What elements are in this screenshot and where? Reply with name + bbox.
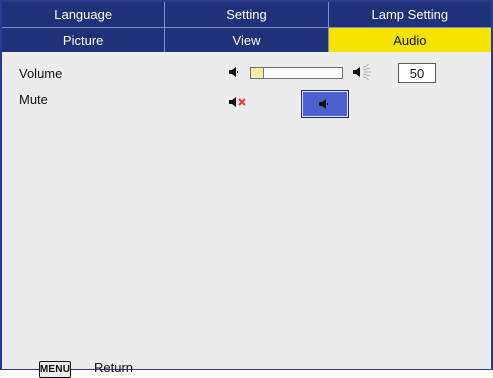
tab-lamp-setting[interactable]: Lamp Setting <box>328 2 491 27</box>
speaker-muted-icon[interactable] <box>228 96 248 108</box>
volume-slider[interactable] <box>250 67 343 79</box>
top-tab-bar: Language Setting Lamp Setting <box>2 2 491 28</box>
speaker-low-icon <box>229 67 238 77</box>
tab-audio[interactable]: Audio <box>328 28 491 52</box>
tab-setting[interactable]: Setting <box>165 2 329 27</box>
mute-on-button[interactable] <box>301 90 349 118</box>
volume-value: 50 <box>398 63 436 83</box>
mute-label: Mute <box>19 92 48 107</box>
speaker-icon <box>319 99 328 109</box>
osd-menu: Language Setting Lamp Setting Picture Vi… <box>0 0 493 378</box>
tab-picture[interactable]: Picture <box>2 28 166 52</box>
return-label: Return <box>94 360 134 375</box>
volume-label: Volume <box>19 66 63 81</box>
tab-view[interactable]: View <box>165 28 329 52</box>
speaker-high-icon <box>353 63 371 81</box>
volume-slider-thumb[interactable] <box>251 68 264 78</box>
tab-language[interactable]: Language <box>2 2 166 27</box>
bottom-tab-bar: Picture View Audio <box>2 28 491 52</box>
audio-panel: Volume 50 Mute MENU Return <box>2 52 491 378</box>
